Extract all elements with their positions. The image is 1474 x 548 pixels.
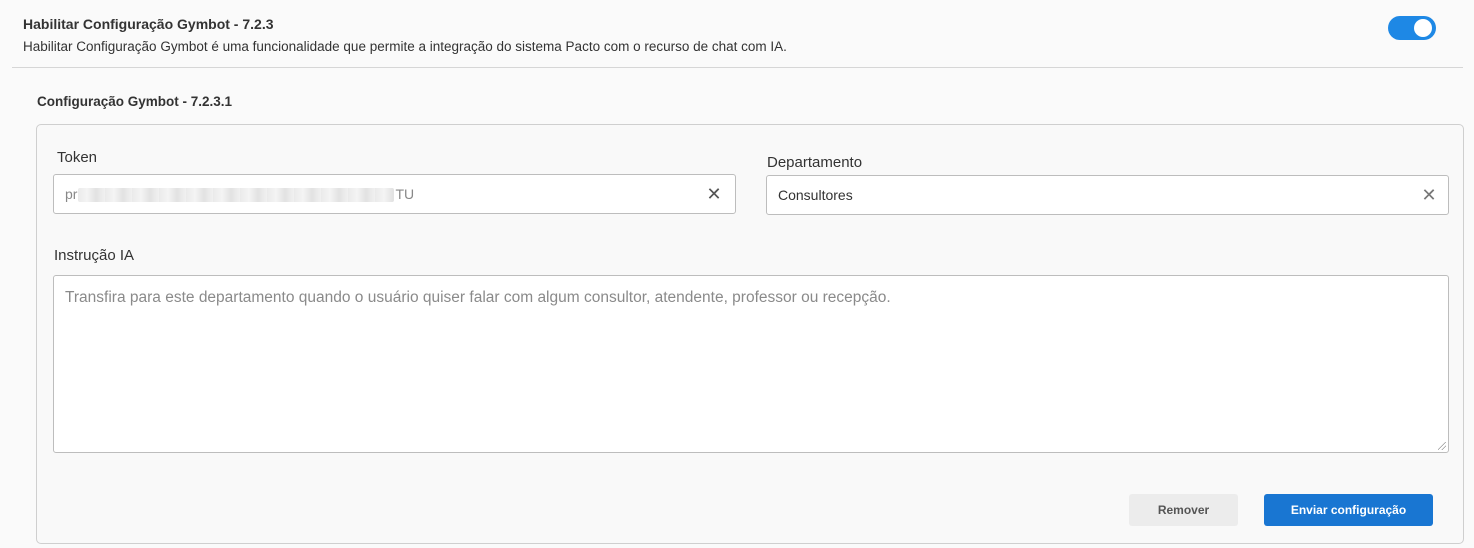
token-value-end: TU bbox=[395, 186, 415, 202]
send-config-button[interactable]: Enviar configuração bbox=[1264, 494, 1433, 526]
section-description: Habilitar Configuração Gymbot é uma func… bbox=[23, 39, 787, 54]
section-title: Habilitar Configuração Gymbot - 7.2.3 bbox=[23, 16, 274, 32]
instrucao-placeholder: Transfira para este departamento quando … bbox=[65, 289, 891, 306]
token-label: Token bbox=[57, 149, 98, 166]
token-field[interactable]: pr TU ✕ bbox=[53, 174, 736, 214]
departamento-field[interactable]: Consultores ✕ bbox=[766, 175, 1449, 215]
instrucao-label: Instrução IA bbox=[54, 247, 135, 264]
close-icon[interactable]: ✕ bbox=[705, 185, 723, 203]
config-title: Configuração Gymbot - 7.2.3.1 bbox=[37, 94, 233, 109]
instrucao-textarea[interactable]: Transfira para este departamento quando … bbox=[53, 275, 1449, 453]
resize-handle-icon[interactable] bbox=[1438, 442, 1446, 450]
gymbot-settings-page: Habilitar Configuração Gymbot - 7.2.3 Ha… bbox=[0, 0, 1474, 548]
remove-button[interactable]: Remover bbox=[1129, 494, 1238, 526]
departamento-label: Departamento bbox=[767, 154, 863, 171]
token-value-start: pr bbox=[65, 186, 78, 202]
token-redacted-mask bbox=[78, 188, 395, 203]
toggle-knob bbox=[1414, 19, 1432, 37]
gymbot-enable-section: Habilitar Configuração Gymbot - 7.2.3 Ha… bbox=[12, 0, 1463, 68]
enable-gymbot-toggle[interactable] bbox=[1388, 16, 1436, 40]
departamento-value: Consultores bbox=[778, 187, 853, 203]
close-icon[interactable]: ✕ bbox=[1420, 186, 1438, 204]
token-value: pr TU bbox=[65, 186, 415, 203]
